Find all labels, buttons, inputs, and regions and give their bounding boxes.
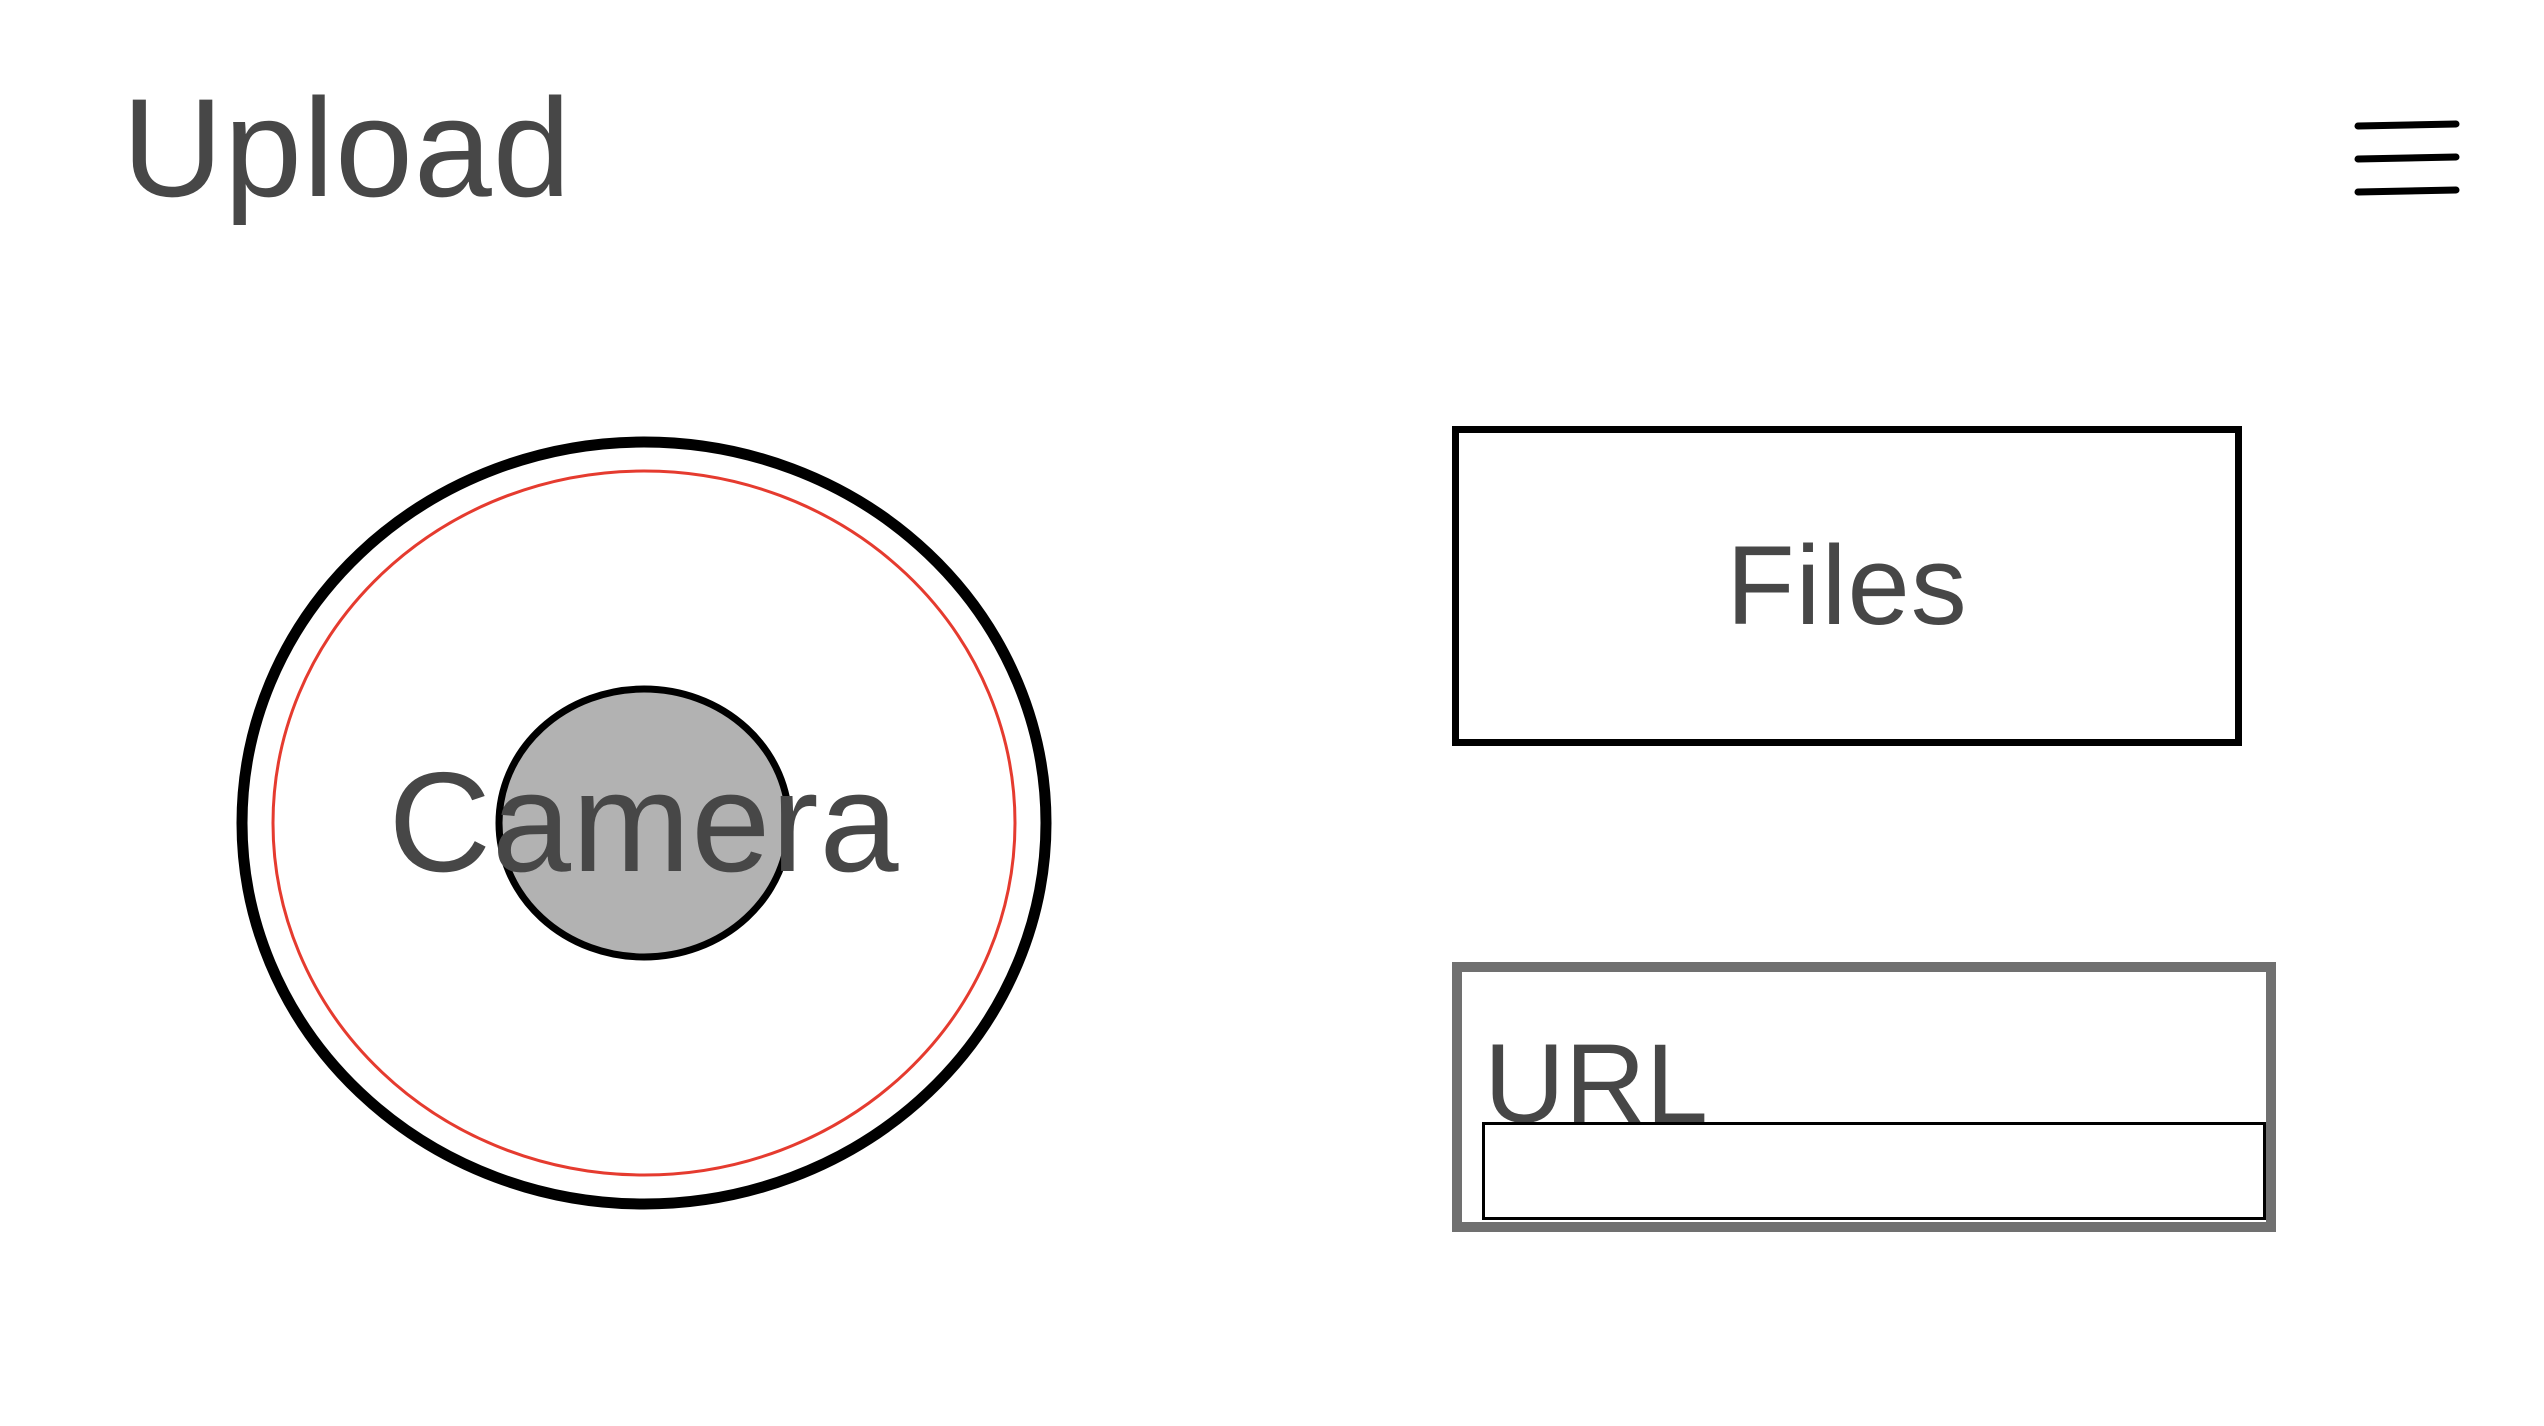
menu-button[interactable] [2350, 108, 2460, 208]
hamburger-menu-icon [2354, 120, 2460, 196]
page-title: Upload [122, 69, 572, 226]
url-panel: URL [1452, 962, 2276, 1232]
camera-label: Camera [388, 743, 900, 902]
camera-button[interactable]: Camera [236, 436, 1052, 1210]
files-button[interactable]: Files [1452, 426, 2242, 746]
files-label: Files [1726, 523, 1968, 648]
url-input[interactable] [1482, 1122, 2266, 1220]
